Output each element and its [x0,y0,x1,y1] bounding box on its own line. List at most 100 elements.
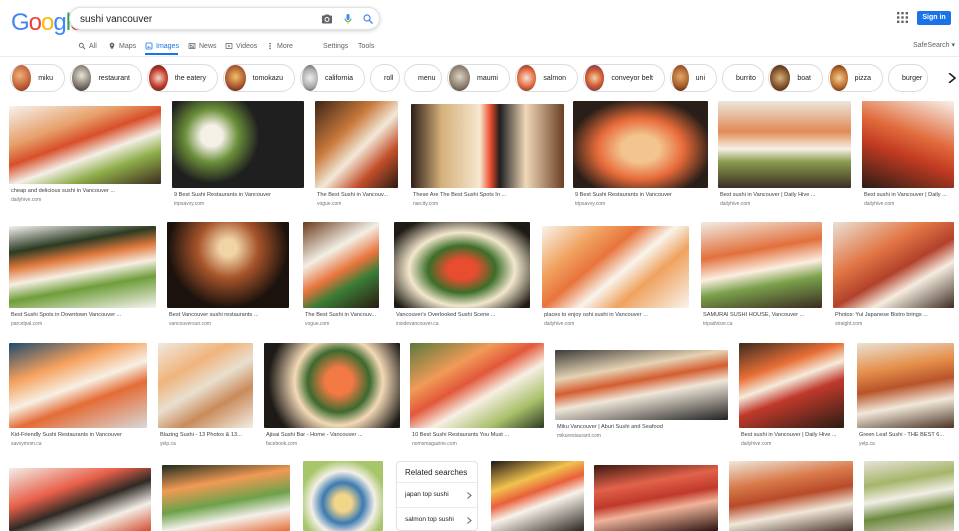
image-result[interactable]: Best sushi in Vancouver | Daily ... daily… [862,101,954,212]
result-caption[interactable]: Photos: Yui Japanese Bistro brings ... [835,312,954,318]
chip-burrito[interactable]: burrito [722,64,764,92]
result-caption[interactable]: Miku Vancouver | Aburi Sushi and Seafood [557,424,728,430]
result-thumbnail[interactable] [833,222,954,308]
image-result[interactable] [864,461,954,531]
result-thumbnail[interactable] [862,101,954,188]
result-thumbnail[interactable] [9,226,156,308]
result-thumbnail[interactable] [739,343,844,428]
search-icon[interactable] [362,13,374,25]
result-caption[interactable]: cheap and delicious sushi in Vancouver .… [11,188,161,194]
image-result[interactable] [594,465,718,531]
image-result[interactable] [162,465,290,531]
result-caption[interactable]: Green Leaf Sushi - THE BEST 6... [859,432,954,438]
chip-the-eatery[interactable]: the eatery [147,64,218,92]
result-thumbnail[interactable] [394,222,530,308]
result-caption[interactable]: Vancouver's Overlooked Sushi Scene ... [396,312,530,318]
image-result[interactable]: Best Vancouver sushi restaurants ... vanc… [167,222,289,332]
result-caption[interactable]: 9 Best Sushi Restaurants in Vancouver [174,192,304,198]
sign-in-button[interactable]: Sign in [917,11,951,25]
settings-link[interactable]: Settings [323,41,348,51]
image-result[interactable]: Best sushi in Vancouver | Daily Hive ...… [739,343,844,452]
image-result[interactable]: Ajisai Sushi Bar - Home - Vancouver ... f… [264,343,400,452]
related-search-item[interactable]: salmon top sushi [397,507,477,531]
result-thumbnail[interactable] [410,343,544,428]
result-caption[interactable]: 10 Best Sushi Restaurants You Must ... [412,432,544,438]
chip-roll[interactable]: roll [370,64,400,92]
result-caption[interactable]: The Best Sushi in Vancouv... [305,312,379,318]
result-caption[interactable]: places to enjoy oshi sushi in Vancouver … [544,312,689,318]
image-result[interactable]: Photos: Yui Japanese Bistro brings ... st… [833,222,954,332]
image-result[interactable]: 10 Best Sushi Restaurants You Must ... no… [410,343,544,452]
tab-news[interactable]: News [188,41,217,51]
result-caption[interactable]: Kid-Friendly Sushi Restaurants in Vancou… [11,432,147,438]
microphone-icon[interactable] [342,13,354,25]
chip-uni[interactable]: uni [670,64,717,92]
result-thumbnail[interactable] [303,222,379,308]
result-thumbnail[interactable] [864,461,954,531]
image-result[interactable] [9,468,151,531]
image-result[interactable]: SAMURAI SUSHI HOUSE, Vancouver ... tripad… [701,222,822,332]
image-result[interactable] [491,461,584,531]
tab-maps[interactable]: Maps [108,41,136,51]
result-caption[interactable]: Best sushi in Vancouver | Daily Hive ... [741,432,844,438]
result-caption[interactable]: 9 Best Sushi Restaurants in Vancouver [575,192,708,198]
chip-menu[interactable]: menu [404,64,442,92]
chip-maumi[interactable]: maumi [447,64,510,92]
image-result[interactable]: 9 Best Sushi Restaurants in Vancouver tri… [573,101,708,212]
result-caption[interactable]: Blazing Sushi - 13 Photos & 13... [160,432,253,438]
result-thumbnail[interactable] [9,468,151,531]
result-thumbnail[interactable] [718,101,851,188]
result-thumbnail[interactable] [315,101,398,188]
result-thumbnail[interactable] [303,461,383,531]
chip-california[interactable]: california [300,64,365,92]
result-thumbnail[interactable] [573,101,708,188]
result-thumbnail[interactable] [491,461,584,531]
chip-pizza[interactable]: pizza [828,64,883,92]
result-caption[interactable]: Best sushi in Vancouver | Daily ... [864,192,954,198]
chip-salmon[interactable]: salmon [515,64,578,92]
result-thumbnail[interactable] [158,343,253,428]
result-thumbnail[interactable] [167,222,289,308]
result-thumbnail[interactable] [162,465,290,531]
image-result[interactable]: Kid-Friendly Sushi Restaurants in Vancou… [9,343,147,452]
result-thumbnail[interactable] [411,104,564,188]
result-thumbnail[interactable] [172,101,304,188]
related-search-item[interactable]: japan top sushi [397,482,477,506]
result-thumbnail[interactable] [594,465,718,531]
image-result[interactable]: Best sushi in Vancouver | Daily Hive ...… [718,101,851,212]
chip-conveyor-belt[interactable]: conveyor belt [583,64,665,92]
result-caption[interactable]: Best Sushi Spots in Downtown Vancouver .… [11,312,156,318]
result-thumbnail[interactable] [857,343,954,428]
result-thumbnail[interactable] [264,343,400,428]
tab-all[interactable]: All [78,41,97,51]
tools-link[interactable]: Tools [358,41,374,51]
chip-boat[interactable]: boat [768,64,823,92]
tab-more[interactable]: More [266,41,293,51]
chips-scroll-right-button[interactable] [941,63,959,93]
image-result[interactable]: Best Sushi Spots in Downtown Vancouver .… [9,226,156,332]
tab-images[interactable]: Images [145,41,179,51]
image-result[interactable]: Vancouver's Overlooked Sushi Scene ... in… [394,222,530,332]
image-result[interactable]: The Best Sushi in Vancouv... vogue.com [303,222,379,332]
result-caption[interactable]: Best Vancouver sushi restaurants ... [169,312,289,318]
image-result[interactable]: Blazing Sushi - 13 Photos & 13... yelp.ca [158,343,253,452]
camera-icon[interactable] [321,13,333,25]
image-result[interactable] [303,461,383,531]
result-caption[interactable]: These Are The Best Sushi Spots In ... [413,192,564,198]
result-thumbnail[interactable] [555,350,728,420]
image-result[interactable]: The Best Sushi in Vancouv... vogue.com [315,101,398,212]
image-result[interactable] [729,461,853,531]
image-result[interactable]: Green Leaf Sushi - THE BEST 6... yelp.ca [857,343,954,452]
result-thumbnail[interactable] [9,343,147,428]
image-result[interactable]: places to enjoy oshi sushi in Vancouver … [542,226,689,332]
chip-tomokazu[interactable]: tomokazu [223,64,295,92]
search-box[interactable] [69,7,380,30]
result-thumbnail[interactable] [542,226,689,308]
chip-miku[interactable]: miku [10,64,65,92]
result-thumbnail[interactable] [729,461,853,531]
search-input[interactable] [80,12,310,27]
result-caption[interactable]: Best sushi in Vancouver | Daily Hive ... [720,192,851,198]
image-result[interactable]: Miku Vancouver | Aburi Sushi and Seafood… [555,350,728,444]
result-caption[interactable]: Ajisai Sushi Bar - Home - Vancouver ... [266,432,400,438]
apps-grid-icon[interactable] [897,12,908,23]
